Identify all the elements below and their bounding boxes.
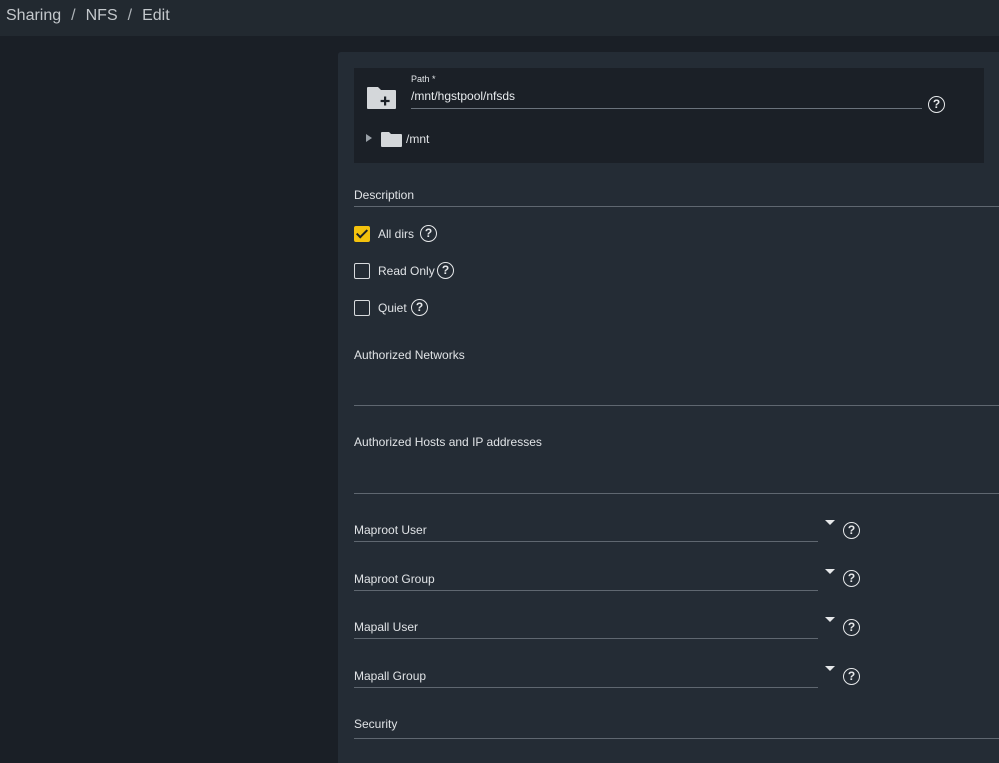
breadcrumb-nfs[interactable]: NFS [86,7,118,24]
breadcrumb-sharing[interactable]: Sharing [6,7,61,24]
authorized-hosts-label: Authorized Hosts and IP addresses [354,435,542,449]
breadcrumb-separator: / [127,7,133,24]
mapall-user-underline[interactable] [354,638,818,639]
all-dirs-checkbox[interactable] [354,226,370,242]
mapall-user-select[interactable]: Mapall User [354,620,418,634]
quiet-label: Quiet [378,301,407,315]
maproot-user-select[interactable]: Maproot User [354,523,427,537]
folder-add-icon[interactable] [366,84,397,110]
nfs-edit-form: Path * /mnt/hgstpool/nfsds ? /mnt Descri… [338,52,999,763]
breadcrumb-separator: / [71,7,76,24]
read-only-checkbox[interactable] [354,263,370,279]
authorized-hosts-input[interactable] [354,493,999,494]
top-bar: Sharing / NFS / Edit [0,0,999,36]
description-input-underline[interactable] [354,206,999,207]
maproot-group-select[interactable]: Maproot Group [354,572,435,586]
maproot-user-underline[interactable] [354,541,818,542]
breadcrumb-edit: Edit [142,7,170,24]
read-only-checkbox-row[interactable]: Read Only ? [354,261,654,281]
quiet-checkbox[interactable] [354,300,370,316]
maproot-group-underline[interactable] [354,590,818,591]
help-icon[interactable]: ? [843,522,860,539]
all-dirs-checkbox-row[interactable]: All dirs ? [354,224,654,244]
path-label: Path * [411,74,436,84]
help-icon[interactable]: ? [928,96,945,113]
security-underline[interactable] [354,738,999,739]
folder-icon [381,132,402,147]
chevron-down-icon[interactable] [825,569,835,574]
mapall-group-underline[interactable] [354,687,818,688]
help-icon[interactable]: ? [420,225,437,242]
help-icon[interactable]: ? [843,570,860,587]
chevron-down-icon[interactable] [825,617,835,622]
path-input-underline [411,108,922,109]
security-select[interactable]: Security [354,717,397,731]
read-only-label: Read Only [378,264,435,278]
all-dirs-label: All dirs [378,227,415,241]
quiet-checkbox-row[interactable]: Quiet ? [354,298,654,318]
help-icon[interactable]: ? [843,668,860,685]
help-icon[interactable]: ? [437,262,454,279]
authorized-networks-input[interactable] [354,405,999,406]
authorized-networks-label: Authorized Networks [354,348,465,362]
tree-node-label: /mnt [406,132,430,146]
chevron-down-icon[interactable] [825,520,835,525]
breadcrumb: Sharing / NFS / Edit [6,7,170,25]
path-input[interactable]: /mnt/hgstpool/nfsds [411,89,515,103]
description-label[interactable]: Description [354,188,414,202]
caret-right-icon[interactable] [366,134,372,142]
help-icon[interactable]: ? [411,299,428,316]
chevron-down-icon[interactable] [825,666,835,671]
tree-node-mnt[interactable]: /mnt [366,130,566,148]
left-pane [0,36,338,763]
path-explorer: Path * /mnt/hgstpool/nfsds ? /mnt [354,68,984,163]
mapall-group-select[interactable]: Mapall Group [354,669,426,683]
help-icon[interactable]: ? [843,619,860,636]
